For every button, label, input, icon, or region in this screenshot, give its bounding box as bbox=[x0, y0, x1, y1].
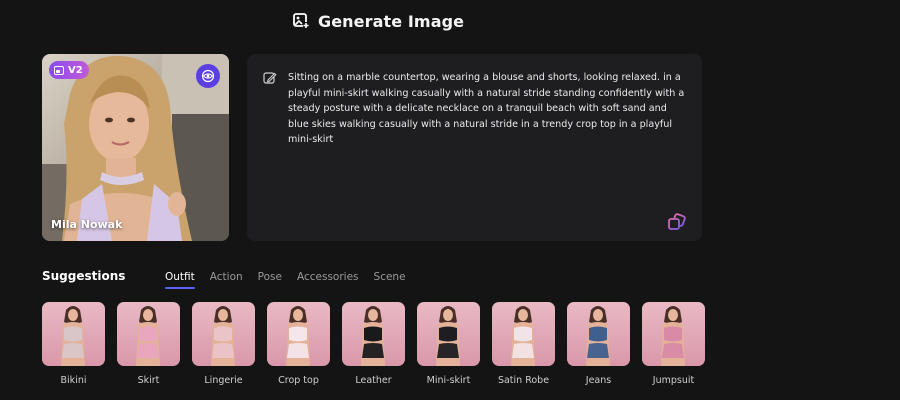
tab-outfit[interactable]: Outfit bbox=[165, 271, 195, 289]
version-badge-label: V2 bbox=[68, 64, 83, 76]
suggestion-label: Bikini bbox=[60, 375, 87, 386]
copy-icon[interactable] bbox=[667, 212, 687, 232]
edit-icon[interactable] bbox=[263, 71, 277, 85]
version-badge: V2 bbox=[49, 61, 89, 79]
page-title: Generate Image bbox=[318, 11, 465, 31]
suggestion-thumbnail bbox=[42, 302, 105, 366]
prompt-panel[interactable]: Sitting on a marble countertop, wearing … bbox=[247, 54, 702, 241]
suggestion-card-jeans[interactable]: Jeans bbox=[567, 302, 630, 386]
generate-image-page: Generate Image V2 Mila Nowak Sitting on … bbox=[0, 0, 900, 400]
image-icon bbox=[54, 65, 64, 75]
page-header: Generate Image bbox=[293, 8, 464, 34]
suggestion-thumbnail bbox=[342, 302, 405, 366]
avatar-card[interactable]: V2 Mila Nowak bbox=[42, 54, 229, 241]
suggestion-thumbnail bbox=[192, 302, 255, 366]
suggestion-card-lingerie[interactable]: Lingerie bbox=[192, 302, 255, 386]
suggestion-thumbnail bbox=[117, 302, 180, 366]
suggestion-thumbnail bbox=[267, 302, 330, 366]
suggestion-thumbnail bbox=[417, 302, 480, 366]
suggestion-card-skirt[interactable]: Skirt bbox=[117, 302, 180, 386]
suggestion-card-bikini[interactable]: Bikini bbox=[42, 302, 105, 386]
tab-action[interactable]: Action bbox=[210, 271, 243, 289]
view-button[interactable] bbox=[196, 64, 220, 88]
tab-scene[interactable]: Scene bbox=[374, 271, 406, 289]
suggestion-label: Leather bbox=[355, 375, 392, 386]
suggestion-cards: Bikini Skirt Lingerie Crop top Leather M… bbox=[42, 302, 705, 386]
suggestion-label: Skirt bbox=[137, 375, 160, 386]
suggestion-label: Jeans bbox=[585, 375, 612, 386]
suggestion-label: Lingerie bbox=[204, 375, 243, 386]
suggestion-tabs: Outfit Action Pose Accessories Scene bbox=[165, 271, 406, 289]
image-add-icon bbox=[293, 13, 309, 28]
suggestion-card-leather[interactable]: Leather bbox=[342, 302, 405, 386]
avatar-name: Mila Nowak bbox=[51, 218, 123, 231]
suggestion-card-mini-skirt[interactable]: Mini-skirt bbox=[417, 302, 480, 386]
prompt-text[interactable]: Sitting on a marble countertop, wearing … bbox=[288, 70, 688, 148]
suggestion-thumbnail bbox=[642, 302, 705, 366]
suggestions-title: Suggestions bbox=[42, 269, 126, 283]
suggestion-card-crop-top[interactable]: Crop top bbox=[267, 302, 330, 386]
suggestion-label: Mini-skirt bbox=[426, 375, 471, 386]
suggestion-label: Satin Robe bbox=[497, 375, 550, 386]
tab-pose[interactable]: Pose bbox=[258, 271, 282, 289]
suggestion-label: Crop top bbox=[278, 375, 319, 386]
suggestion-label: Jumpsuit bbox=[652, 375, 695, 386]
suggestion-card-jumpsuit[interactable]: Jumpsuit bbox=[642, 302, 705, 386]
suggestion-thumbnail bbox=[567, 302, 630, 366]
suggestion-card-satin-robe[interactable]: Satin Robe bbox=[492, 302, 555, 386]
suggestion-thumbnail bbox=[492, 302, 555, 366]
eye-icon bbox=[201, 69, 215, 83]
tab-accessories[interactable]: Accessories bbox=[297, 271, 359, 289]
